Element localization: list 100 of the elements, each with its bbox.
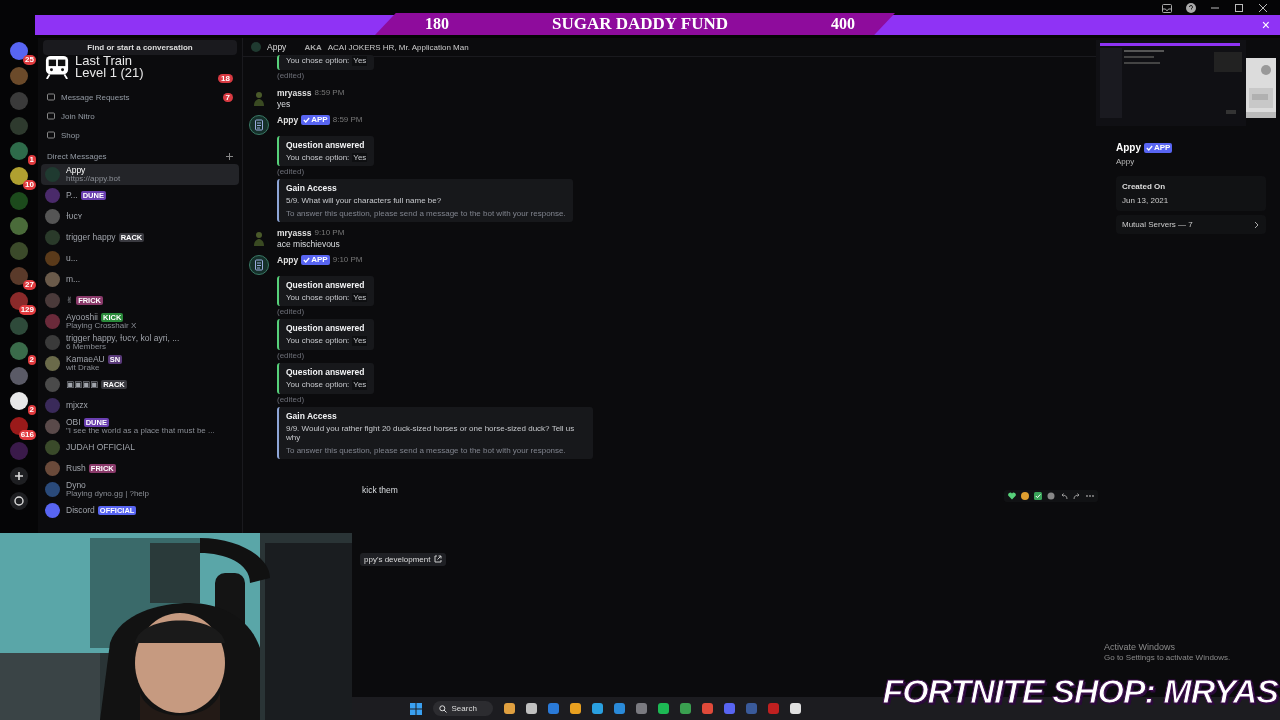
forward-icon[interactable] [1073,491,1081,500]
close-button[interactable]: × [1257,17,1274,33]
conversation-name: JUDAH OFFICIAL [66,443,135,452]
check-icon [303,116,311,123]
overlay-level: Level 1 (21) [75,67,144,80]
conversation-name: OBI [66,418,81,427]
unread-count: 10 [23,180,36,190]
reply-icon[interactable] [1060,491,1068,500]
count-badge: 18 [218,73,233,83]
embed-value: Yes [352,56,368,66]
embed-note: To answer this question, please send a message to the bot with your response. [286,445,567,455]
conversation-status: https://appy.bot [66,174,121,183]
aka-names: ACAI JOKERS HR, Mr. Application Man [327,42,469,52]
search-field[interactable]: Find or start a conversation [43,40,237,55]
goal-current: 180 [425,15,449,33]
nav-icon [47,93,55,101]
author-name[interactable]: mryasss [277,227,312,238]
message-text: kick them [362,484,398,495]
check-icon[interactable] [1034,491,1042,500]
taskbar-app-icon[interactable] [657,703,669,714]
conversation-name: Discord [66,506,95,515]
conversation-name: Ayooshii [66,313,98,322]
emoji-icon[interactable] [1021,491,1029,500]
app-tag-text: APP [311,254,328,265]
train-icon [44,55,70,80]
unread-count: 2 [27,405,36,415]
windows-icon[interactable] [409,702,422,715]
inbox-icon[interactable] [1162,3,1172,13]
edited-label: (edited) [277,307,305,317]
embed-text: You chose option: [286,336,350,346]
embed-text: 9/9. Would you rather fight 20 duck-sized horses or one horse-sized duck? Tell us why [286,423,576,443]
embed-value: Yes [352,379,368,390]
conversation-name: Rush [66,464,86,473]
add-server-icon[interactable] [10,467,28,485]
link-button[interactable]: ppy's development [360,552,447,566]
check-icon [1146,144,1153,151]
conversation-name: mjxzx [66,401,88,410]
conversation-item[interactable]: u... [41,248,239,269]
chevron-icon [1254,220,1260,229]
conversation-item[interactable]: trigger happy, ɫᴜᴄʏ, kol ayri, ... 6 Members [41,332,239,353]
profile-username: Appy [1116,157,1136,166]
taskbar-search[interactable]: Search [432,701,493,716]
embed-value: Yes [352,152,368,163]
app-tag-text: APP [1154,142,1171,153]
add-reaction-icon[interactable] [1047,491,1055,500]
embed-title: Question answered [286,366,366,377]
nav-item[interactable]: Shop [41,126,239,144]
embed-text: You chose option: [286,292,350,303]
author-name[interactable]: Appy [277,254,299,265]
edited-label: (edited) [277,350,305,360]
nav-item[interactable]: Message Requests 7 [41,88,239,106]
add-icon[interactable] [226,153,233,160]
embed-title: Gain Access [286,410,338,421]
compass-icon[interactable] [10,492,28,510]
created-label: Created On [1122,182,1167,191]
edited-label: (edited) [277,167,305,177]
section-heading: Direct Messages [47,152,107,161]
external-link-icon [434,555,443,564]
message-text: yes [277,98,292,109]
heart-icon[interactable] [1008,491,1016,500]
embed-note: To answer this question, please send a message to the bot with your response. [286,208,566,218]
taskbar-app-icon[interactable] [569,703,581,714]
conversation-item[interactable]: Dyno Playing dyno.gg | ?help [41,479,239,500]
maximize-icon[interactable] [1234,3,1244,13]
edited-label: (edited) [277,394,305,404]
conversation-item[interactable]: mjxzx [41,395,239,416]
app-tag-text: APP [311,114,328,125]
author-name[interactable]: mryasss [277,87,312,98]
mutual-servers-button[interactable]: Mutual Servers — 7 [1116,215,1266,234]
conversation-item[interactable]: JUDAH OFFICIAL [41,437,239,458]
embed-text: 5/9. What will your characters full name be? [286,196,442,206]
count-badge: 7 [222,92,233,102]
taskbar-app-icon[interactable] [789,703,801,714]
nav-icon [47,112,55,120]
taskbar-app-icon[interactable] [525,703,537,714]
conversation-name: P... [66,191,78,200]
server-icon[interactable] [10,392,28,410]
embed-text: You chose option: [286,152,350,163]
goal-target: 400 [831,15,855,33]
conversation-item[interactable]: Appy https://appy.bot [41,164,239,185]
conversation-name: u... [66,254,78,263]
timestamp: 8:59 PM [332,115,363,125]
conversation-name: ✌ [66,296,74,305]
unread-count: 616 [18,430,36,440]
embed-text: You chose option: [286,56,350,66]
author-name[interactable]: Appy [277,114,299,125]
taskbar-app-icon[interactable] [591,703,603,714]
conversation-status: Playing dyno.gg | ?help [66,489,150,498]
conversation-item[interactable]: m... [41,269,239,290]
activation-text: Go to Settings to activate Windows. [1104,653,1231,662]
unread-count: 2 [27,355,36,365]
close-icon[interactable] [1258,3,1268,13]
unread-count: 27 [23,280,36,290]
nav-item[interactable]: Join Nitro [41,107,239,125]
conversation-name: m... [66,275,81,284]
help-icon[interactable] [1186,3,1196,13]
conversation-status: 6 Members [66,342,106,351]
taskbar-app-icon[interactable] [503,703,515,714]
conversation-item[interactable]: ɫᴜᴄʏ [41,206,239,227]
timestamp: 8:59 PM [314,88,345,98]
